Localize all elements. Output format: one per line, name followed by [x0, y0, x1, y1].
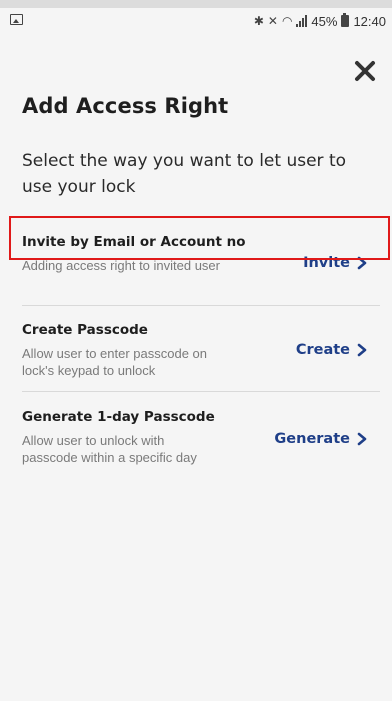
option-description: Adding access right to invited user — [22, 258, 220, 273]
status-time: 12:40 — [353, 13, 386, 29]
signal-icon — [296, 15, 308, 27]
mute-icon: ✕ — [267, 14, 278, 28]
top-band — [0, 0, 392, 8]
invite-label: Invite — [303, 255, 350, 271]
option-generate-passcode[interactable]: Generate 1-day Passcode Allow user to un… — [22, 409, 382, 489]
option-description: Allow user to enter passcode on lock's k… — [22, 346, 207, 378]
option-description: Allow user to unlock with passcode withi… — [22, 433, 197, 465]
option-create-passcode[interactable]: Create Passcode Allow user to enter pass… — [22, 322, 382, 382]
screen: ✱ ✕ ◠ 45% 12:40 Add Access Right Select … — [0, 8, 392, 701]
chevron-right-icon — [357, 256, 367, 270]
bluetooth-icon: ✱ — [253, 14, 264, 28]
generate-button[interactable]: Generate — [274, 431, 368, 447]
status-icons: ✱ ✕ ◠ 45% 12:40 — [254, 12, 386, 30]
option-title: Invite by Email or Account no — [22, 234, 246, 250]
status-bar: ✱ ✕ ◠ 45% 12:40 — [0, 8, 392, 34]
battery-icon — [341, 13, 350, 27]
create-button[interactable]: Create — [296, 342, 368, 358]
wifi-icon: ◠ — [281, 14, 293, 28]
page-title: Add Access Right — [22, 94, 229, 118]
invite-button[interactable]: Invite — [303, 255, 368, 271]
option-invite[interactable]: Invite by Email or Account no Adding acc… — [22, 234, 382, 274]
battery-percent: 45% — [311, 13, 338, 29]
divider — [22, 391, 380, 392]
page-subtitle: Select the way you want to let user to u… — [22, 151, 347, 197]
close-icon[interactable] — [350, 56, 380, 86]
picture-icon — [10, 14, 23, 25]
chevron-right-icon — [357, 432, 367, 446]
divider — [22, 305, 380, 306]
create-label: Create — [295, 342, 350, 358]
option-title: Create Passcode — [22, 322, 148, 338]
chevron-right-icon — [357, 343, 367, 357]
generate-label: Generate — [274, 431, 350, 447]
option-title: Generate 1-day Passcode — [22, 409, 215, 425]
